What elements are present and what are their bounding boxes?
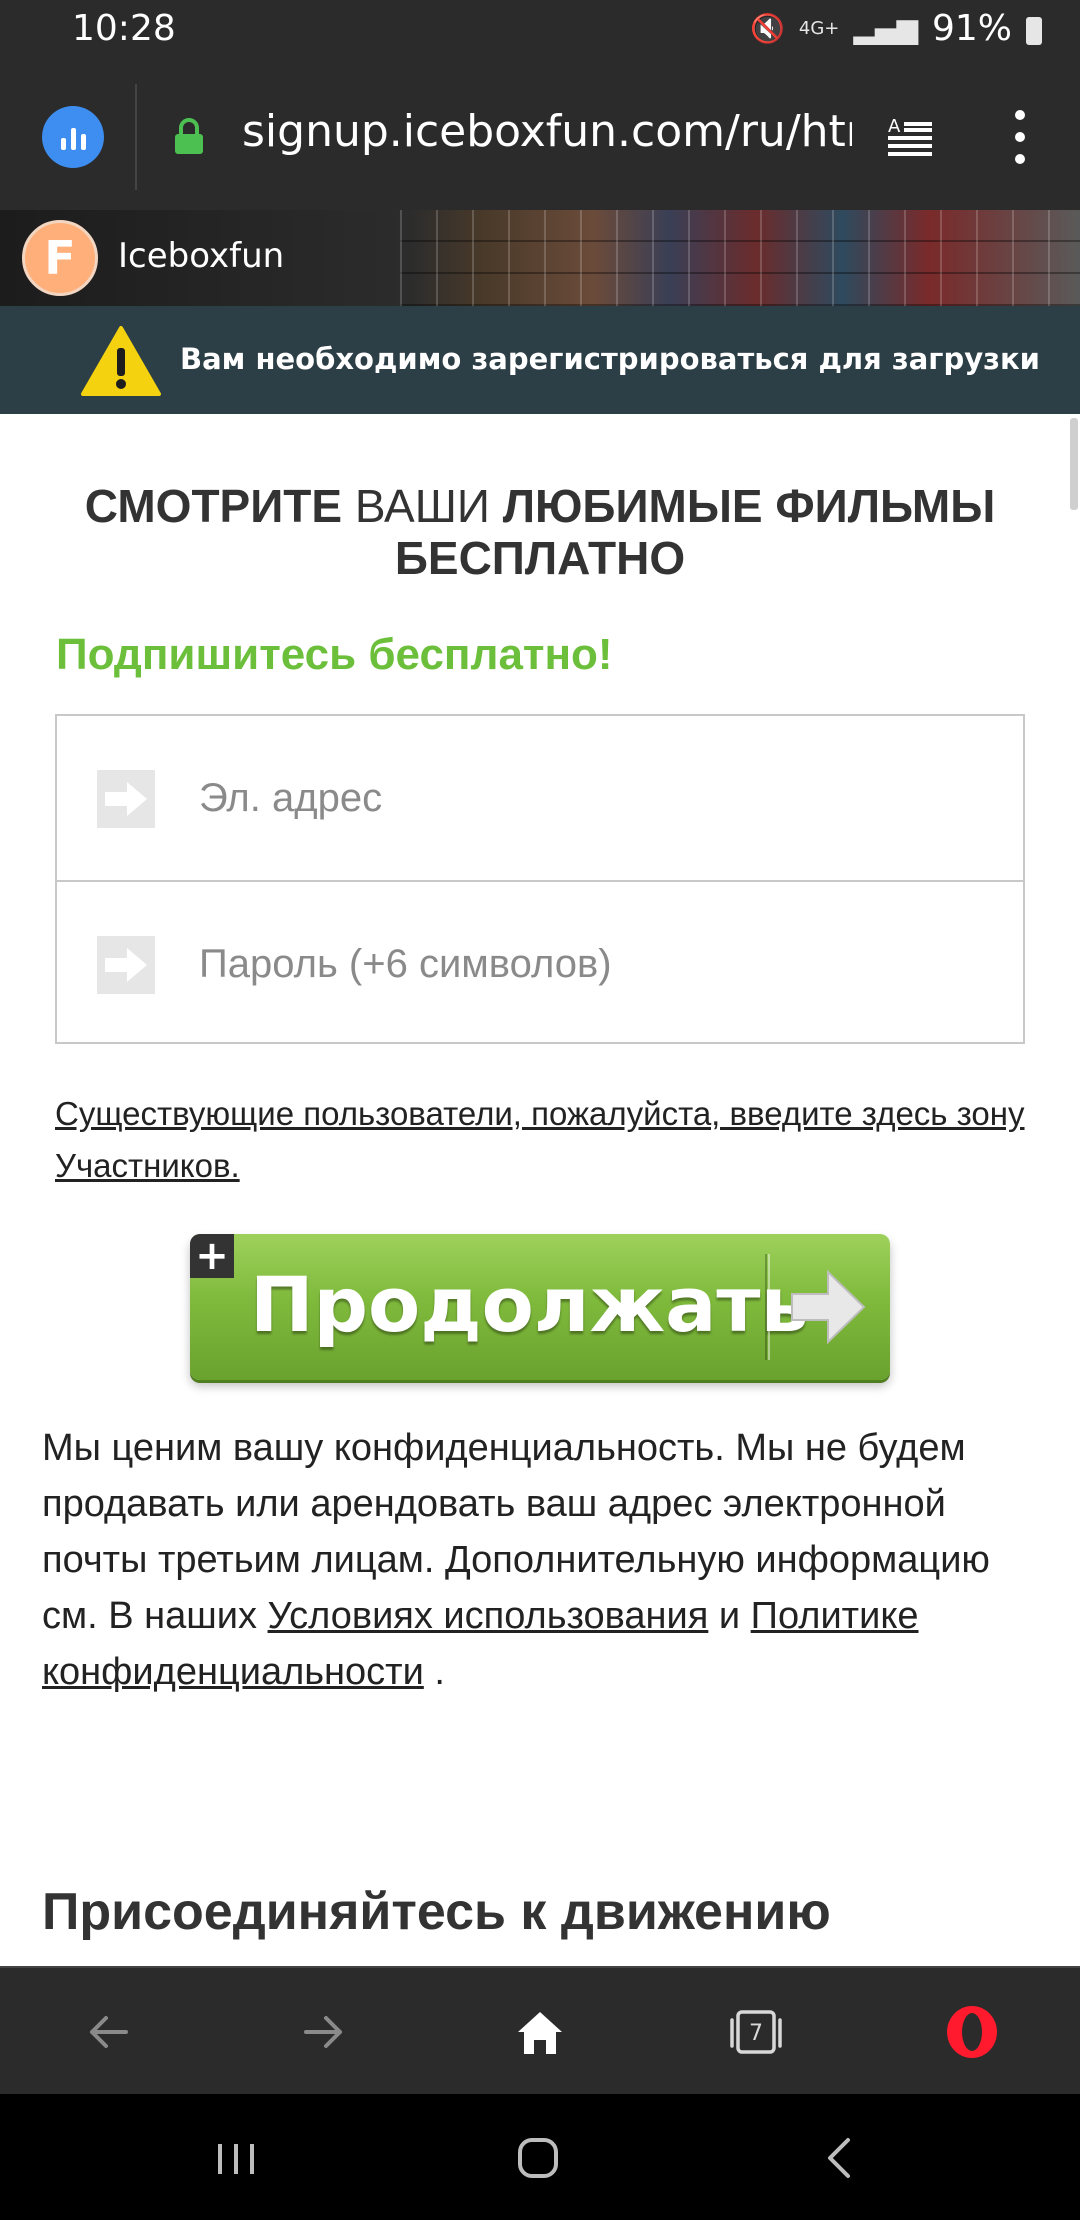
site-brand-name[interactable]: Iceboxfun <box>118 236 284 276</box>
button-divider-highlight <box>768 1254 770 1360</box>
browser-toolbar: 7 <box>0 1966 1080 2096</box>
password-field[interactable] <box>197 930 981 998</box>
join-heading: Присоединяйтесь к движению <box>42 1883 831 1941</box>
system-navigation-bar <box>0 2094 1080 2220</box>
more-vertical-icon[interactable] <box>1010 110 1030 164</box>
button-divider <box>765 1254 767 1360</box>
continue-button-label: Продолжать <box>250 1260 809 1349</box>
headline-part1: СМОТРИТЕ <box>84 480 343 532</box>
mute-icon: 🔇 <box>750 12 785 45</box>
recent-apps-icon[interactable] <box>206 2130 266 2186</box>
back-nav-icon[interactable] <box>810 2130 870 2186</box>
warning-text: Вам необходимо зарегистрироваться для за… <box>180 342 1040 376</box>
forward-icon[interactable] <box>294 2002 354 2062</box>
tabs-icon[interactable]: 7 <box>726 2002 786 2062</box>
status-icons: 🔇 4G+ ▂▄▆ 91% <box>750 8 1042 49</box>
bar-chart-icon[interactable] <box>42 106 104 168</box>
reader-icon[interactable]: A <box>886 114 934 160</box>
privacy-and: и <box>708 1595 751 1637</box>
signup-form <box>55 714 1025 1044</box>
page-headline: СМОТРИТЕ ВАШИ ЛЮБИМЫЕ ФИЛЬМЫ БЕСПЛАТНО <box>40 480 1040 584</box>
svg-text:A: A <box>888 116 901 137</box>
headline-part2: ВАШИ <box>342 480 503 532</box>
existing-members-link[interactable]: Существующие пользователи, пожалуйста, в… <box>55 1088 1035 1192</box>
registration-warning-banner: Вам необходимо зарегистрироваться для за… <box>0 306 1080 414</box>
battery-icon <box>1026 16 1042 45</box>
arrow-right-icon <box>97 936 155 994</box>
arrow-right-icon <box>791 1269 866 1345</box>
opera-icon[interactable] <box>942 2002 1002 2062</box>
email-row <box>57 716 1023 880</box>
continue-button[interactable]: + Продолжать <box>190 1234 890 1380</box>
network-type-label: 4G+ <box>798 18 840 39</box>
browser-address-bar: signup.iceboxfun.com/ru/htm A <box>0 64 1080 210</box>
plus-icon: + <box>190 1234 234 1278</box>
site-logo[interactable]: F <box>22 220 98 296</box>
lock-icon <box>175 118 203 154</box>
back-icon[interactable] <box>78 2002 138 2062</box>
terms-link[interactable]: Условиях использования <box>268 1595 709 1637</box>
site-header: F Iceboxfun <box>0 210 1080 306</box>
tab-count: 7 <box>749 2021 763 2046</box>
page-scrollbar[interactable] <box>1070 418 1078 510</box>
movie-posters-strip <box>400 210 1080 306</box>
address-divider <box>135 84 137 190</box>
battery-percent: 91% <box>931 8 1012 49</box>
status-time: 10:28 <box>72 8 176 49</box>
warning-icon <box>81 326 161 396</box>
arrow-right-icon <box>97 770 155 828</box>
signup-subheading: Подпишитесь бесплатно! <box>56 630 613 679</box>
signal-icon: ▂▄▆ <box>853 12 918 45</box>
privacy-notice: Мы ценим вашу конфиденциальность. Мы не … <box>42 1420 1052 1700</box>
home-icon[interactable] <box>510 2002 570 2062</box>
email-field[interactable] <box>197 764 981 832</box>
privacy-end: . <box>423 1651 445 1693</box>
password-row <box>57 880 1023 1046</box>
url-field[interactable]: signup.iceboxfun.com/ru/htm <box>242 106 852 166</box>
home-nav-icon[interactable] <box>508 2130 568 2186</box>
status-bar: 10:28 🔇 4G+ ▂▄▆ 91% <box>0 0 1080 64</box>
